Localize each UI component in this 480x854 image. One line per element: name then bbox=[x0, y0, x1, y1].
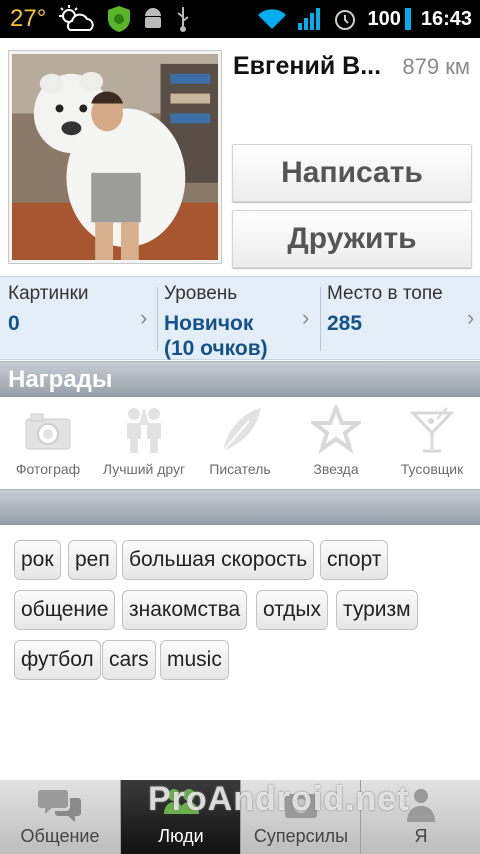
add-friend-button[interactable]: Дружить bbox=[232, 210, 472, 268]
distance-label: 879 км bbox=[402, 54, 470, 79]
interest-tag[interactable]: общение bbox=[14, 590, 116, 630]
signal-icon bbox=[298, 8, 321, 30]
stat-top-rank-label: Место в топе bbox=[327, 283, 443, 304]
profile-header: Евгений В... 879 км Написать Дружить bbox=[0, 38, 480, 276]
camera-icon bbox=[25, 413, 71, 450]
chevron-right-icon: › bbox=[302, 305, 310, 330]
tab-me[interactable]: Я bbox=[360, 780, 480, 854]
chevron-right-icon: › bbox=[467, 305, 475, 330]
temperature-text: 27° bbox=[10, 5, 47, 32]
me-icon bbox=[407, 789, 435, 822]
interest-tag[interactable]: cars bbox=[102, 640, 156, 680]
award-label: Звезда bbox=[313, 461, 359, 477]
interest-tag[interactable]: music bbox=[160, 640, 229, 680]
battery-indicator: 100 bbox=[367, 7, 411, 31]
star-icon bbox=[311, 405, 361, 455]
interests-section-header bbox=[0, 489, 480, 525]
tab-people[interactable]: Люди bbox=[120, 780, 240, 854]
bottom-tab-bar: Общение Люди Суперсилы Я bbox=[0, 780, 480, 854]
tab-label: Я bbox=[414, 826, 428, 846]
stat-divider bbox=[157, 287, 158, 351]
tab-chat[interactable]: Общение bbox=[0, 780, 120, 854]
awards-section-header: Награды bbox=[0, 361, 480, 397]
chevron-right-icon: › bbox=[140, 305, 148, 330]
awards-list: Фотограф Лучший друг Писатель Звезда Тус… bbox=[0, 397, 480, 489]
awards-section-title: Награды bbox=[8, 366, 113, 393]
tab-label: Суперсилы bbox=[253, 826, 349, 846]
award-photographer[interactable]: Фотограф bbox=[0, 397, 96, 489]
chat-bubbles-icon bbox=[38, 790, 81, 822]
award-best-friend[interactable]: Лучший друг bbox=[96, 397, 192, 489]
award-label: Фотограф bbox=[15, 461, 81, 477]
stat-pictures[interactable]: Картинки 0 › bbox=[8, 277, 158, 361]
stat-level-label: Уровень bbox=[164, 283, 238, 304]
interest-tag[interactable]: отдых bbox=[256, 590, 328, 630]
stat-pictures-label: Картинки bbox=[8, 283, 89, 304]
user-name: Евгений В... bbox=[233, 52, 382, 80]
feather-icon bbox=[222, 408, 261, 452]
status-bar: 27° 100 16:43 bbox=[0, 0, 480, 38]
stat-level[interactable]: Уровень Новичок (10 очков) › bbox=[164, 277, 320, 361]
usb-icon bbox=[177, 7, 189, 32]
shield-app-icon bbox=[108, 6, 131, 32]
people-icon bbox=[164, 789, 199, 814]
interest-tag[interactable]: реп bbox=[68, 540, 117, 580]
best-friends-icon bbox=[127, 407, 161, 453]
profile-photo-image bbox=[12, 54, 218, 260]
award-writer[interactable]: Писатель bbox=[192, 397, 288, 489]
interest-tag[interactable]: футбол bbox=[14, 640, 101, 680]
stat-top-rank[interactable]: Место в топе 285 › bbox=[327, 277, 477, 361]
write-message-button[interactable]: Написать bbox=[232, 144, 472, 202]
alarm-icon bbox=[335, 10, 356, 30]
stats-bar: Картинки 0 › Уровень Новичок (10 очков) … bbox=[0, 276, 480, 360]
stat-divider bbox=[320, 287, 321, 351]
interest-tag[interactable]: большая скорость bbox=[122, 540, 315, 580]
weather-partly-cloudy-icon bbox=[59, 5, 94, 31]
wifi-icon bbox=[258, 9, 287, 29]
interest-tag[interactable]: знакомства bbox=[122, 590, 248, 630]
interest-tag[interactable]: туризм bbox=[336, 590, 418, 630]
tab-label: Люди bbox=[158, 826, 204, 846]
award-star[interactable]: Звезда bbox=[288, 397, 384, 489]
award-label: Писатель bbox=[209, 461, 271, 477]
award-label: Тусовщик bbox=[400, 461, 464, 477]
profile-photo[interactable] bbox=[8, 50, 222, 264]
interest-tag[interactable]: спорт bbox=[320, 540, 389, 580]
battery-level-text: 100 bbox=[367, 7, 401, 30]
superpowers-icon bbox=[285, 794, 317, 818]
stat-top-rank-value: 285 bbox=[327, 312, 363, 335]
tab-superpowers[interactable]: Суперсилы bbox=[240, 780, 360, 854]
cocktail-icon bbox=[409, 407, 455, 453]
stat-level-points: (10 очков) bbox=[164, 337, 268, 360]
tab-label: Общение bbox=[20, 826, 100, 846]
clock-time: 16:43 bbox=[420, 7, 472, 30]
award-label: Лучший друг bbox=[102, 461, 186, 477]
stat-pictures-value: 0 bbox=[8, 312, 20, 335]
interest-tag[interactable]: рок bbox=[14, 540, 61, 580]
award-party[interactable]: Тусовщик bbox=[384, 397, 480, 489]
battery-icon bbox=[404, 8, 411, 30]
stat-level-value: Новичок (10 очков) bbox=[164, 311, 268, 361]
android-debug-icon bbox=[145, 8, 162, 28]
stat-level-name: Новичок bbox=[164, 312, 254, 335]
